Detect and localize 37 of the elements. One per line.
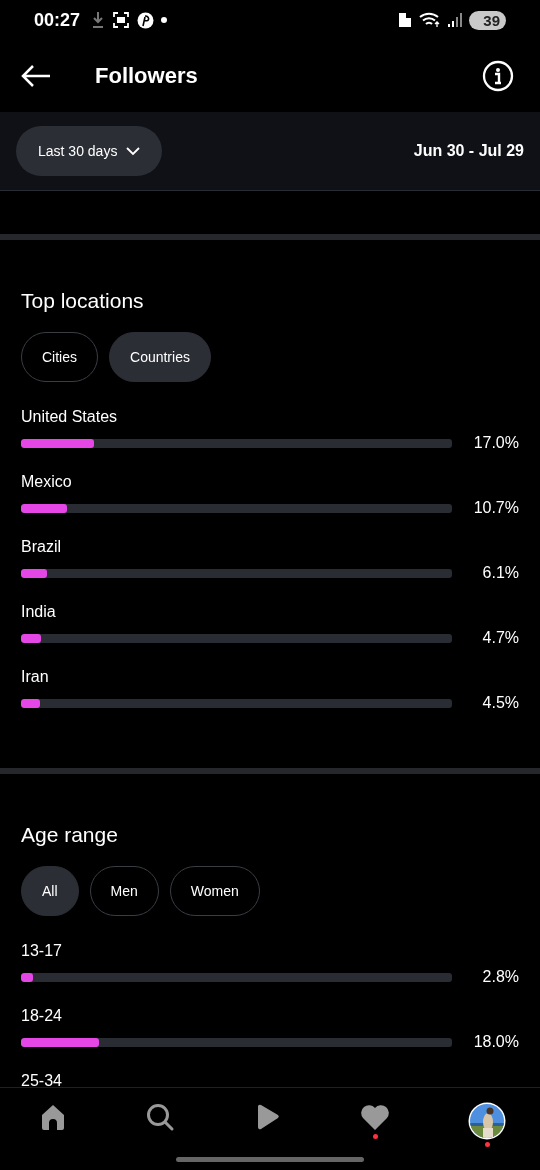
chevron-down-icon: [126, 146, 141, 156]
filter-chip[interactable]: All: [21, 866, 79, 916]
row-label: 25-34: [21, 1072, 63, 1090]
dot-icon: [161, 17, 168, 23]
row-label: 18-24: [21, 1007, 63, 1025]
wifi-icon: [419, 12, 442, 28]
filter-chip[interactable]: Countries: [109, 332, 211, 382]
info-icon[interactable]: [482, 60, 514, 92]
row-label: 13-17: [21, 942, 63, 960]
percentage: 18.0%: [472, 1033, 519, 1051]
download-icon: [91, 11, 106, 29]
filter-chip[interactable]: Cities: [21, 332, 98, 382]
percentage: 2.8%: [481, 968, 519, 986]
back-icon[interactable]: [20, 64, 52, 88]
row-label: Mexico: [21, 473, 73, 491]
search-icon[interactable]: [145, 1102, 175, 1132]
percentage: 4.5%: [481, 694, 519, 712]
screenshot-icon: [112, 11, 131, 29]
heart-icon[interactable]: [359, 1102, 391, 1132]
date-range: Jun 30 - Jul 29: [413, 142, 524, 160]
section-title: Age range: [21, 823, 119, 847]
row-label: Iran: [21, 668, 50, 686]
row-label: United States: [21, 408, 119, 426]
percentage: 17.0%: [472, 434, 519, 452]
date-range-dropdown[interactable]: Last 30 days: [16, 126, 163, 176]
building-icon: [398, 12, 413, 28]
battery-indicator: 39: [469, 10, 506, 30]
percentage: 6.1%: [481, 564, 519, 582]
row-label: India: [21, 603, 57, 621]
page-title: Followers: [95, 63, 199, 89]
pin-app-icon: [137, 11, 155, 29]
signal-icon: [448, 12, 463, 28]
section-title: Top locations: [21, 289, 145, 313]
percentage: 4.7%: [481, 629, 519, 647]
percentage: 10.7%: [472, 499, 519, 517]
status-time: 00:27: [34, 9, 81, 31]
row-label: Brazil: [21, 538, 62, 556]
